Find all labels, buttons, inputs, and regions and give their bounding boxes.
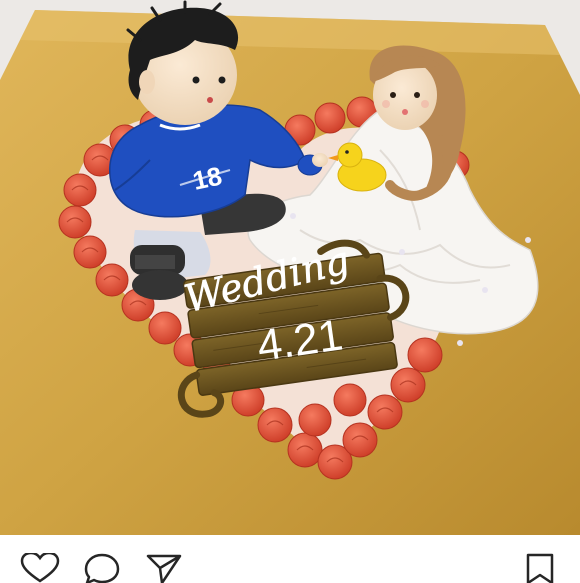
save-button[interactable] <box>520 553 560 583</box>
post-action-bar <box>0 535 580 583</box>
send-icon <box>146 554 182 583</box>
comment-button[interactable] <box>82 553 122 583</box>
bookmark-icon <box>526 553 554 583</box>
comment-icon <box>84 553 120 583</box>
share-button[interactable] <box>144 553 184 583</box>
like-button[interactable] <box>20 553 60 583</box>
heart-icon <box>20 553 60 583</box>
cake-photo: 18 Wedding 4.21 <box>0 0 580 535</box>
jersey-number: 18 <box>190 161 225 196</box>
post-image[interactable]: 18 Wedding 4.21 <box>0 0 580 535</box>
